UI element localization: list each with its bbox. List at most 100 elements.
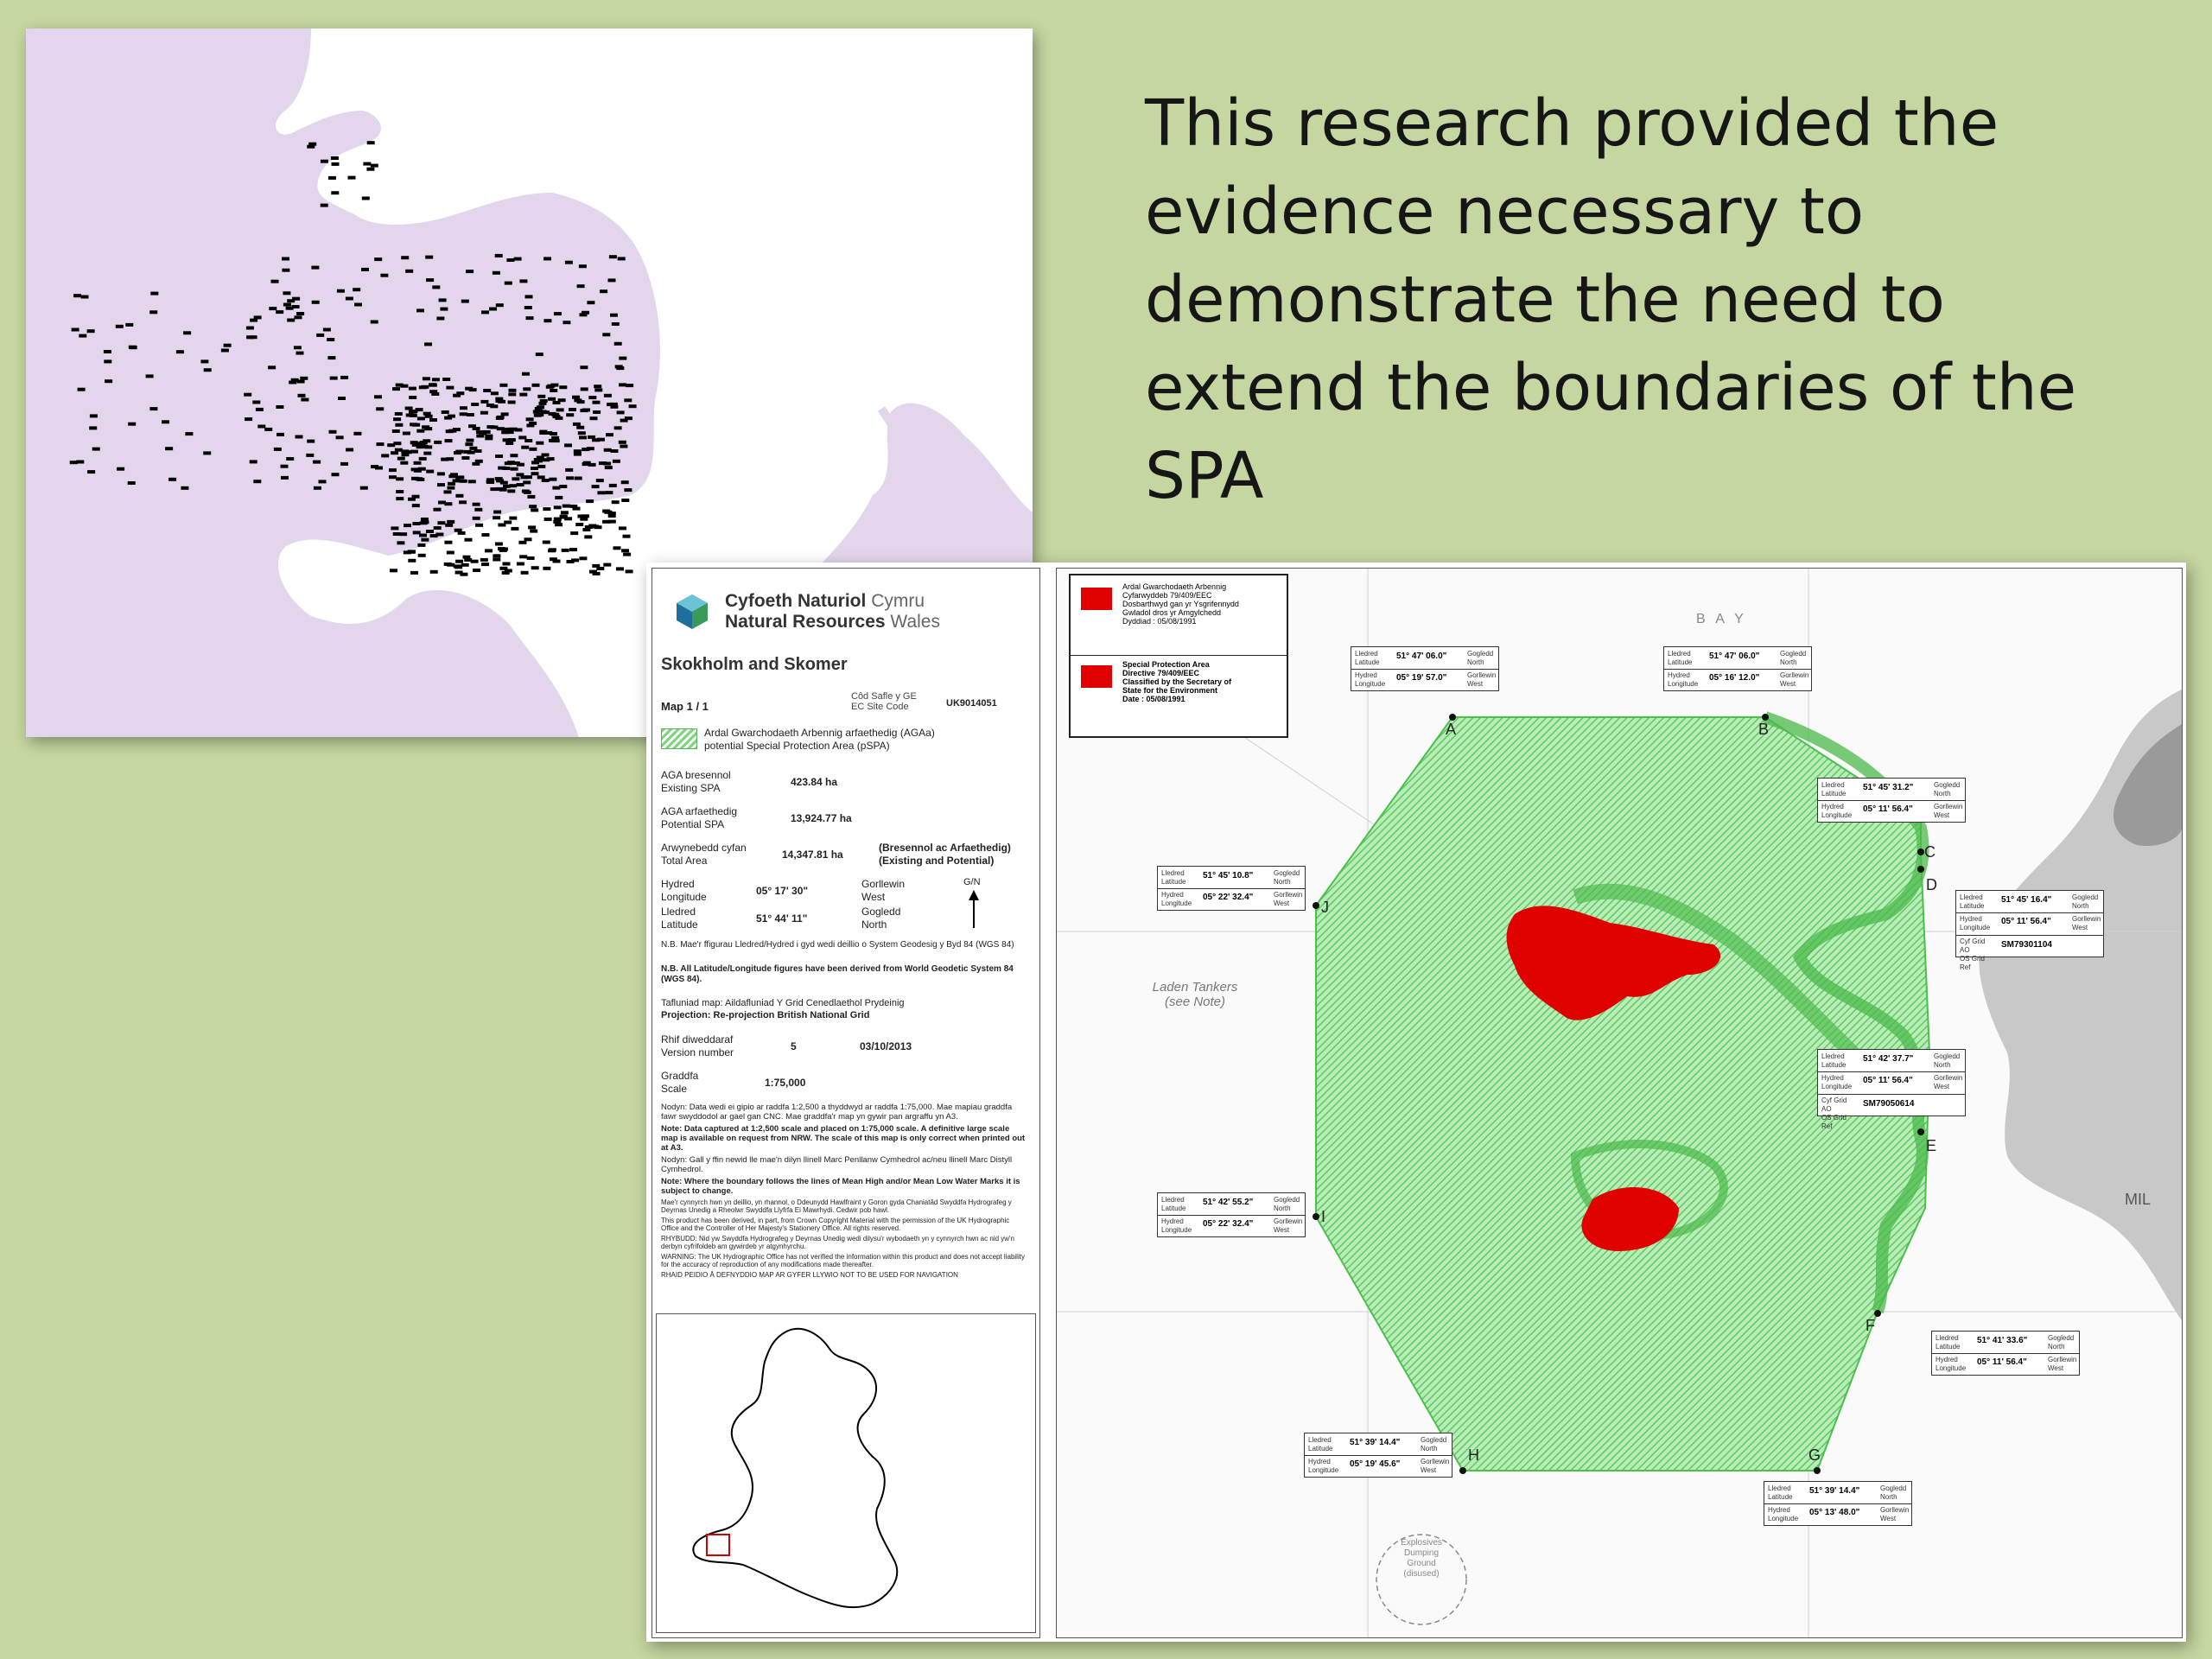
sighting-mark [290, 378, 299, 382]
sighting-mark [562, 504, 570, 508]
sighting-mark [493, 510, 502, 514]
note-4: Note: Where the boundary follows the lin… [661, 1177, 1020, 1196]
sighting-mark [624, 398, 632, 403]
sighting-mark [443, 490, 452, 494]
grid-ref-value: SM79050614 [1863, 1099, 1915, 1109]
latitude-label: Lledred Latitude [1936, 1334, 1961, 1351]
sighting-mark [513, 257, 522, 261]
sighting-mark [490, 425, 499, 429]
latitude-value: 51° 41' 33.6" [1977, 1336, 2028, 1345]
sighting-mark [89, 426, 98, 430]
sighting-mark [569, 504, 578, 508]
sighting-mark [521, 445, 530, 449]
sighting-mark [535, 353, 543, 357]
sighting-mark [459, 412, 467, 416]
existing-spa-value: 423.84 ha [791, 776, 838, 788]
sighting-mark [619, 383, 626, 387]
north-label: Gogledd North [1274, 869, 1300, 886]
sighting-mark [499, 383, 508, 387]
latitude-label: Lledred Latitude [1960, 893, 1985, 910]
sighting-mark [499, 480, 508, 485]
laden-tankers-label: Laden Tankers (see Note) [1152, 980, 1238, 1009]
mil-label: MIL [2125, 1191, 2152, 1208]
sighting-mark [429, 383, 437, 387]
sighting-mark [603, 563, 612, 567]
longitude-label: Hydred Longitude [1355, 671, 1386, 688]
grid-ref-value: SM79301104 [2001, 940, 2052, 950]
sighting-mark [472, 502, 480, 506]
sighting-mark [516, 473, 524, 477]
sighting-mark [363, 162, 372, 166]
sighting-mark [600, 289, 608, 294]
longitude-value: 05° 17' 30" [756, 885, 809, 897]
longitude-label: Hydred Longitude [1161, 1217, 1192, 1234]
sighting-mark [459, 500, 467, 505]
sighting-mark [127, 481, 136, 485]
sighting-mark [569, 408, 576, 411]
note-2: Note: Data captured at 1:2,500 scale and… [661, 1124, 1026, 1153]
sighting-mark [579, 556, 588, 561]
sighting-mark [255, 407, 264, 411]
sighting-mark [512, 477, 520, 481]
wgs-note-english: N.B. All Latitude/Longitude figures have… [661, 964, 1014, 984]
sighting-mark [300, 376, 308, 380]
sighting-mark [104, 359, 112, 364]
sighting-mark [389, 475, 397, 480]
sighting-mark [566, 476, 575, 480]
sighting-mark [594, 385, 602, 389]
sighting-mark [426, 530, 434, 533]
sighting-mark [624, 416, 632, 421]
sighting-mark [514, 428, 523, 432]
sighting-mark [429, 390, 438, 394]
sighting-mark [340, 375, 349, 379]
sighting-mark [507, 438, 516, 442]
sighting-mark [447, 519, 455, 524]
sighting-mark [555, 495, 563, 499]
sighting-mark [426, 278, 435, 283]
sighting-mark [405, 269, 414, 273]
sighting-mark [492, 270, 500, 275]
longitude-value: 05° 22' 32.4" [1203, 1219, 1254, 1229]
west-label: Gorllewin West [1934, 1074, 1963, 1090]
sighting-mark [560, 511, 569, 515]
latitude-label: Lledred Latitude [1355, 650, 1380, 666]
latitude-value: 51° 45' 31.2" [1863, 783, 1914, 792]
sighting-mark [518, 435, 527, 440]
boundary-point-e [1917, 1128, 1924, 1135]
sighting-mark [329, 376, 338, 380]
sighting-mark [620, 480, 629, 485]
sighting-mark [80, 295, 89, 299]
west-label: Gorllewin West [1274, 1217, 1303, 1234]
sighting-mark [410, 467, 419, 472]
sighting-mark [245, 417, 253, 422]
sighting-mark [625, 569, 633, 574]
west-label: Gorllewin West [1780, 671, 1809, 688]
sighting-mark [381, 454, 390, 458]
sighting-mark [448, 474, 457, 479]
latitude-value: 51° 42' 55.2" [1203, 1198, 1254, 1207]
sighting-mark [438, 500, 446, 505]
longitude-label: Hydred Longitude [661, 878, 707, 903]
sighting-mark [466, 270, 474, 274]
slide-headline: This research provided the evidence nece… [1145, 86, 2077, 513]
sighting-mark [282, 257, 289, 261]
sighting-mark [464, 558, 473, 562]
sighting-mark [408, 410, 416, 414]
sighting-mark [504, 281, 512, 285]
west-label: Gorllewin West [2072, 915, 2101, 931]
sighting-mark [481, 533, 490, 537]
sighting-mark [433, 507, 442, 512]
sighting-mark [499, 547, 508, 551]
sighting-mark [370, 163, 378, 168]
version-date: 03/10/2013 [860, 1040, 912, 1052]
sighting-mark [516, 562, 524, 566]
sighting-mark [401, 256, 410, 260]
sighting-mark [594, 388, 603, 392]
sighting-mark [421, 537, 429, 542]
sighting-mark [466, 413, 474, 416]
site-code: UK9014051 [946, 698, 997, 709]
latitude-value: 51° 45' 10.8" [1203, 871, 1254, 880]
sighting-mark [610, 449, 619, 453]
sighting-mark [389, 468, 397, 473]
legend-existing-english: Special Protection Area Directive 79/409… [1122, 660, 1232, 703]
